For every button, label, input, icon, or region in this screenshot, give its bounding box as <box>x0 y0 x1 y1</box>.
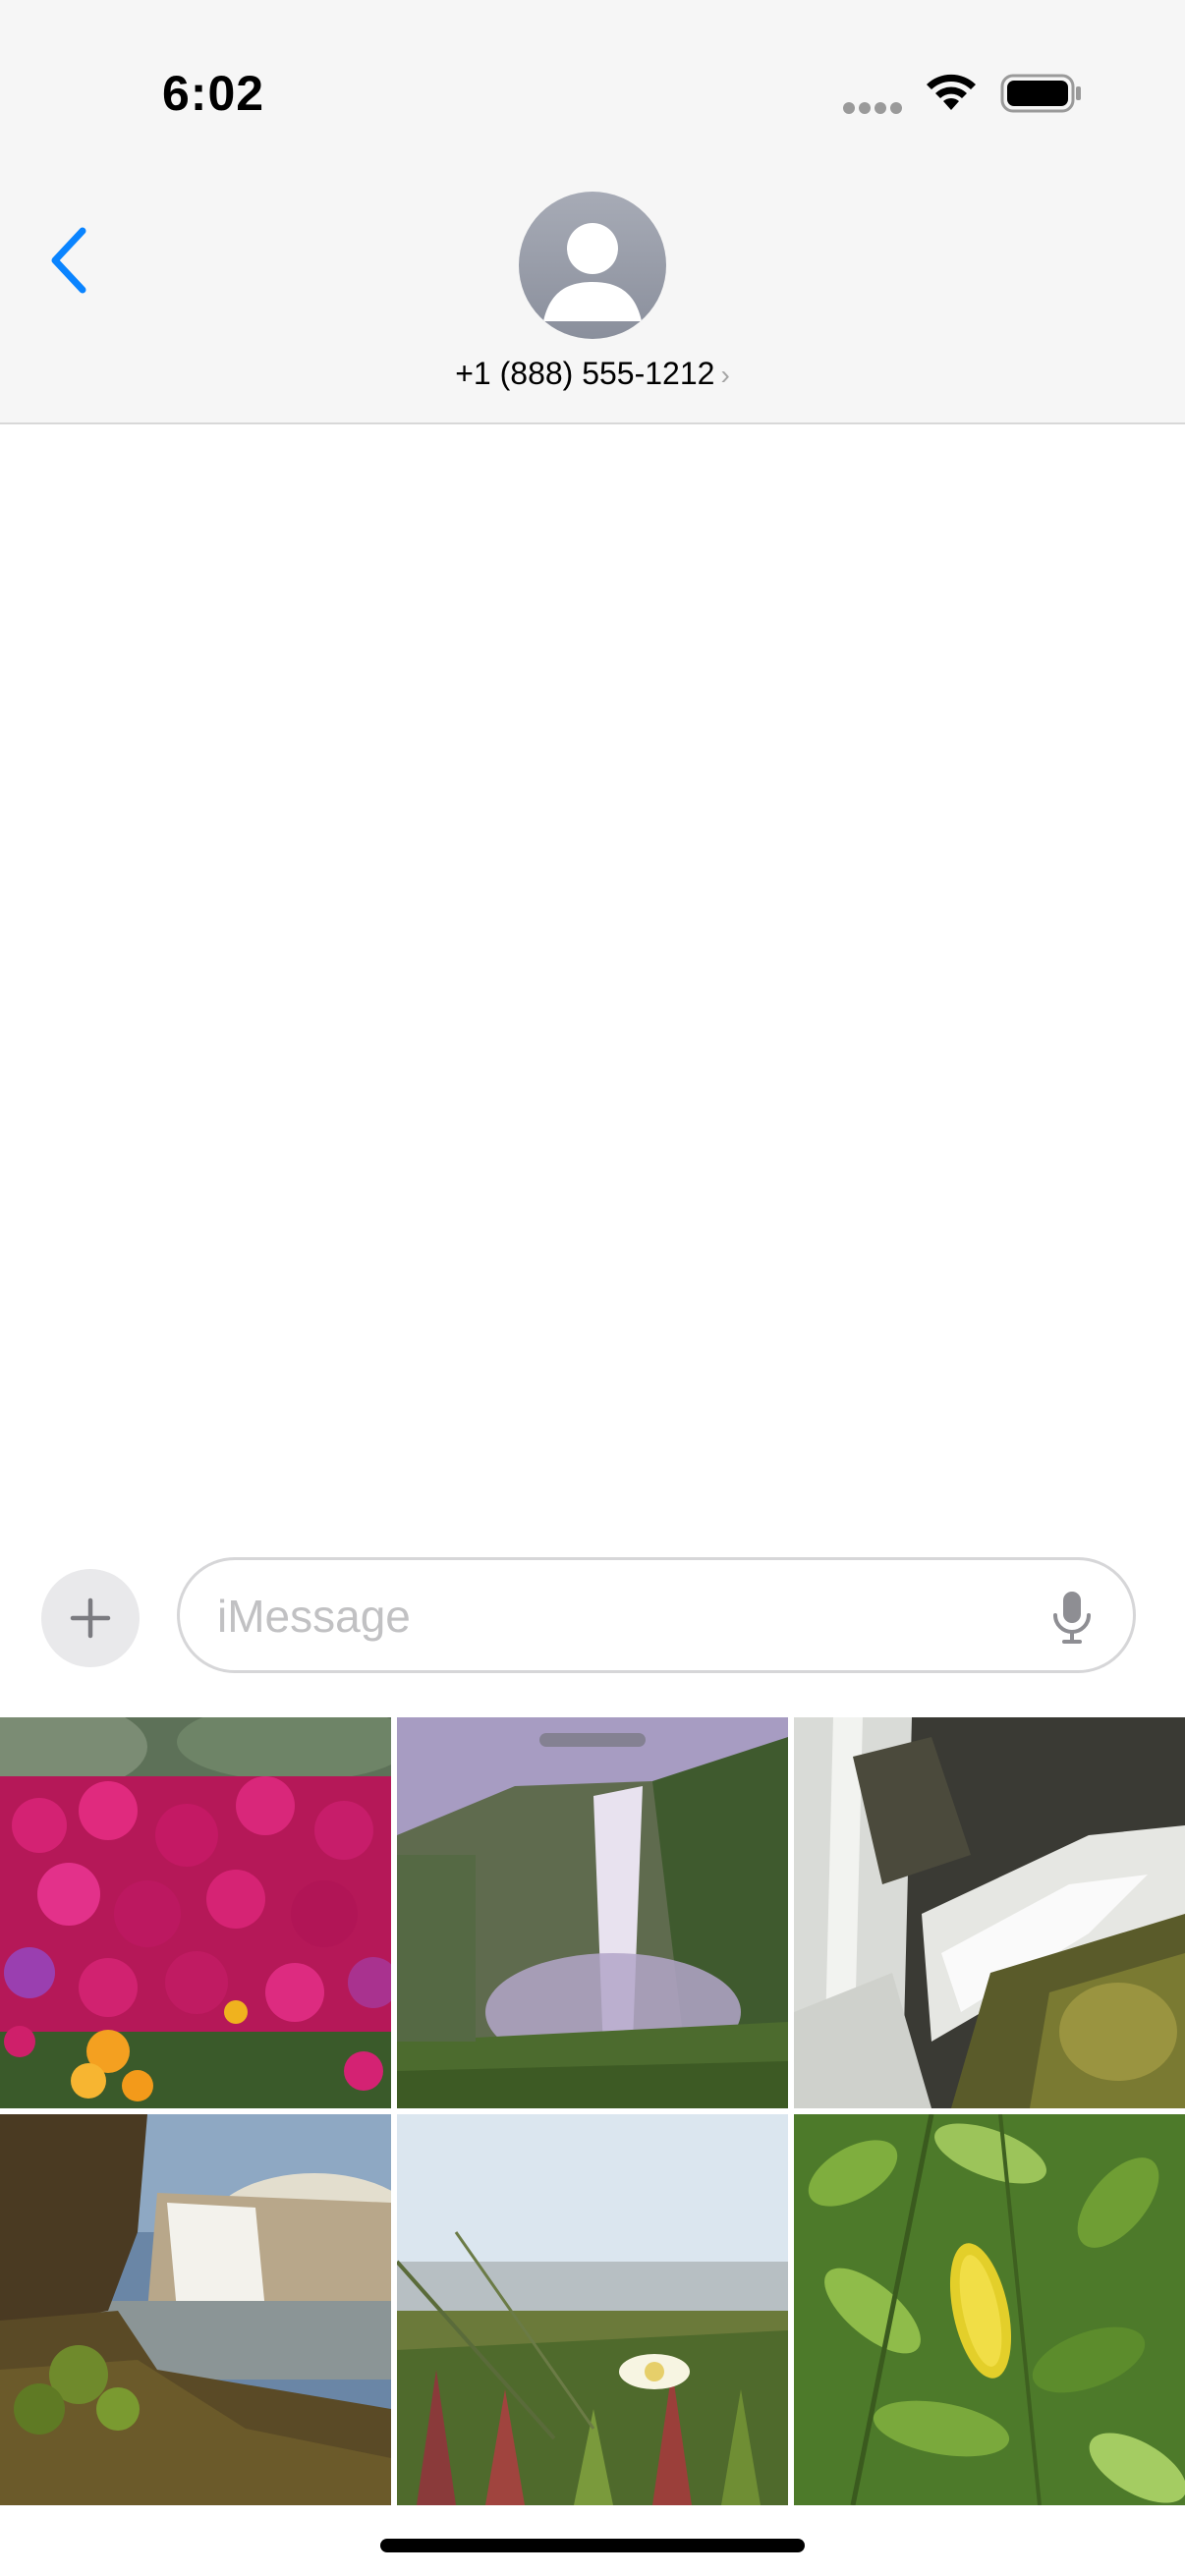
photo-thumbnail-flowers[interactable] <box>0 1717 391 2108</box>
photo-thumbnail-waterfall-rocks[interactable] <box>794 1717 1185 2108</box>
add-attachment-button[interactable] <box>41 1569 140 1667</box>
wifi-icon <box>927 74 976 110</box>
photo-picker-drag-handle[interactable] <box>539 1733 646 1747</box>
home-indicator[interactable] <box>380 2539 805 2552</box>
battery-icon <box>1000 74 1081 113</box>
microphone-icon <box>1053 1592 1091 1644</box>
chevron-left-icon <box>51 227 86 294</box>
back-button[interactable] <box>39 221 98 300</box>
conversation-area <box>0 424 1185 1525</box>
photo-thumbnail-leaves[interactable] <box>794 2114 1185 2505</box>
navigation-header: 6:02 +1 (888) 555-1212 › <box>0 0 1185 424</box>
message-input[interactable] <box>215 1580 1005 1652</box>
plus-icon <box>70 1597 111 1639</box>
cellular-signal-icon <box>843 102 902 114</box>
photo-picker-grid <box>0 1717 1185 2507</box>
photo-thumbnail-white-flower[interactable] <box>397 2114 788 2505</box>
contact-avatar[interactable] <box>519 192 666 339</box>
status-icons <box>843 71 1089 120</box>
contact-number: +1 (888) 555-1212 <box>455 356 715 391</box>
message-input-container[interactable] <box>177 1557 1136 1673</box>
photo-thumbnail-waterfall-sunset[interactable] <box>0 2114 391 2505</box>
photo-thumbnail-waterfall-valley[interactable] <box>397 1717 788 2108</box>
dictation-button[interactable] <box>1050 1590 1094 1645</box>
chevron-right-icon: › <box>720 360 730 390</box>
contact-name-button[interactable]: +1 (888) 555-1212 › <box>0 356 1185 392</box>
person-silhouette-icon <box>543 223 642 321</box>
status-time: 6:02 <box>162 66 265 121</box>
